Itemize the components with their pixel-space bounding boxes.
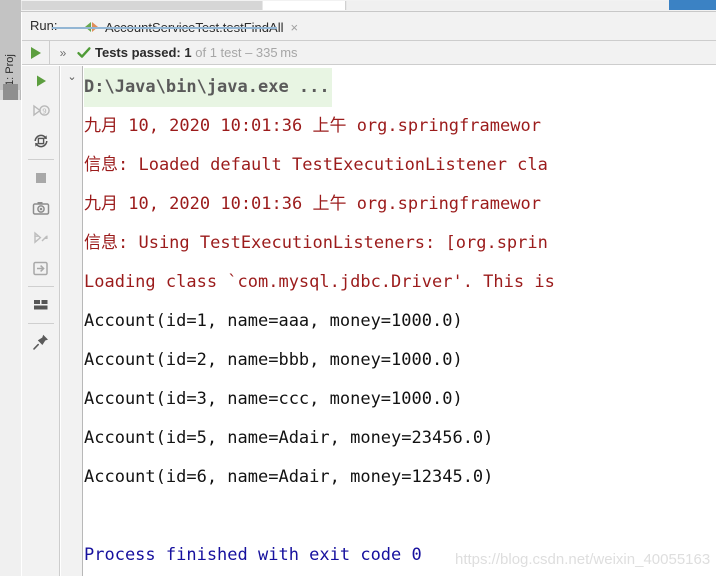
open-in-console-icon[interactable] xyxy=(22,253,60,283)
console-line: D:\Java\bin\java.exe ... xyxy=(84,68,716,107)
console-line: 信息: Loaded default TestExecutionListener… xyxy=(84,146,716,185)
editor-horizontal-scrollbar-strip xyxy=(0,0,716,12)
console-line: 九月 10, 2020 10:01:36 上午 org.springframew… xyxy=(84,107,716,146)
console-line-text: D:\Java\bin\java.exe ... xyxy=(84,68,332,107)
console-line: Account(id=5, name=Adair, money=23456.0) xyxy=(84,419,716,458)
toolbar-separator xyxy=(27,323,54,324)
console-line: Account(id=1, name=aaa, money=1000.0) xyxy=(84,302,716,341)
console-line-text: Loading class `com.mysql.jdbc.Driver'. T… xyxy=(84,272,555,292)
tab-active-underline xyxy=(52,27,277,29)
play-icon xyxy=(30,46,41,59)
test-status-text: Tests passed: 1 of 1 test – 335 ms xyxy=(95,45,298,60)
expand-chevrons-icon[interactable]: » xyxy=(50,41,76,65)
tests-total-duration: of 1 test – 335 ms xyxy=(195,45,298,60)
scrollbar-segment-a xyxy=(263,1,346,10)
tool-window-swatch xyxy=(3,84,18,100)
run-toolbar: 9 xyxy=(22,66,60,576)
scrollbar-segment-b xyxy=(347,1,669,10)
console-line: Account(id=3, name=ccc, money=1000.0) xyxy=(84,380,716,419)
left-tool-window-bar: 1: Proj xyxy=(0,12,21,576)
console-line-text: Account(id=2, name=bbb, money=1000.0) xyxy=(84,350,463,370)
toolbar-separator xyxy=(27,159,54,160)
left-bar-empty-area xyxy=(0,100,21,576)
pin-icon[interactable] xyxy=(22,327,60,357)
stop-icon[interactable] xyxy=(22,163,60,193)
tests-passed-label: Tests passed: xyxy=(95,45,181,60)
console-line-text: Process finished with exit code 0 xyxy=(84,545,422,565)
run-tool-window-header: Run: AccountServiceTest.testFindAll × xyxy=(22,12,716,40)
console-line: 九月 10, 2020 10:01:36 上午 org.springframew… xyxy=(84,185,716,224)
camera-icon[interactable] xyxy=(22,193,60,223)
project-tool-window-label: 1: Proj xyxy=(4,54,16,86)
rerun-automatically-icon[interactable] xyxy=(22,126,60,156)
console-line-list: D:\Java\bin\java.exe ... 九月 10, 2020 10:0… xyxy=(84,66,716,575)
console-line-text: 九月 10, 2020 10:01:36 上午 org.springframew… xyxy=(84,194,541,214)
console-line-text: Account(id=6, name=Adair, money=12345.0) xyxy=(84,467,494,487)
console-line-text: Account(id=3, name=ccc, money=1000.0) xyxy=(84,389,463,409)
console-line-text: Account(id=1, name=aaa, money=1000.0) xyxy=(84,311,463,331)
console-line-text: 信息: Loaded default TestExecutionListener… xyxy=(84,155,548,175)
console-line-text: Account(id=5, name=Adair, money=23456.0) xyxy=(84,428,494,448)
rerun-icon[interactable] xyxy=(22,66,60,96)
console-line: 信息: Using TestExecutionListeners: [org.s… xyxy=(84,224,716,263)
run-label: Run: xyxy=(30,18,58,33)
close-icon[interactable]: × xyxy=(290,21,298,34)
console-line-text: 九月 10, 2020 10:01:36 上午 org.springframew… xyxy=(84,116,541,136)
console-line: Loading class `com.mysql.jdbc.Driver'. T… xyxy=(84,263,716,302)
layout-icon[interactable] xyxy=(22,290,60,320)
scrollbar-corner xyxy=(0,0,21,12)
sidebar-item-project[interactable]: 1: Proj xyxy=(0,12,21,90)
rerun-failed-icon[interactable]: 9 xyxy=(22,96,60,126)
check-mark-icon xyxy=(76,45,92,61)
console-line: Process finished with exit code 0 xyxy=(84,536,716,575)
console-line-text: 信息: Using TestExecutionListeners: [org.s… xyxy=(84,233,548,253)
console-line: Account(id=6, name=Adair, money=12345.0) xyxy=(84,458,716,497)
console-gutter: ⌄ xyxy=(61,66,83,576)
toolbar-separator xyxy=(27,286,54,287)
chevron-down-icon[interactable]: ⌄ xyxy=(61,68,83,84)
console-line: Account(id=2, name=bbb, money=1000.0) xyxy=(84,341,716,380)
scrollbar-highlight-blue xyxy=(669,0,716,10)
tests-passed-count: 1 xyxy=(184,45,192,60)
import-results-icon[interactable] xyxy=(22,223,60,253)
ide-run-window: 1: Proj Run: AccountServiceTest.testFind… xyxy=(0,0,716,576)
test-status-bar: » Tests passed: 1 of 1 test – 335 ms xyxy=(22,40,716,65)
rerun-button[interactable] xyxy=(22,41,49,65)
svg-text:9: 9 xyxy=(42,108,46,116)
console-output-area[interactable]: D:\Java\bin\java.exe ... 九月 10, 2020 10:0… xyxy=(84,66,716,576)
scrollbar-thumb[interactable] xyxy=(22,1,262,10)
